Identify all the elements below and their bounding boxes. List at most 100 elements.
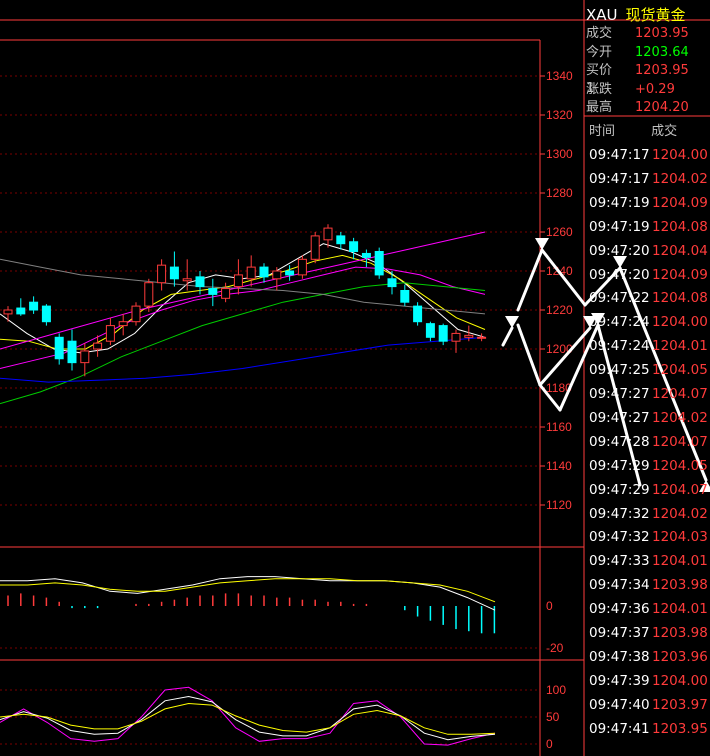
- candle-body: [272, 270, 282, 280]
- trade-time: 09:47:39: [589, 672, 650, 689]
- kdj-line-0: [0, 686, 496, 746]
- trade-row: 09:47:33 1204.01: [589, 549, 710, 573]
- trade-price: 1204.07: [652, 386, 708, 402]
- trade-price: 1203.97: [652, 696, 708, 713]
- kdj-chart: [0, 686, 496, 746]
- ma-line-6: [0, 231, 486, 350]
- candle-body: [451, 332, 461, 342]
- trade-time: 09:47:19: [589, 218, 650, 235]
- price-chart: [0, 224, 487, 405]
- trade-time: 09:47:29: [589, 457, 650, 474]
- quote-row: 涨跌 +0.29: [586, 81, 710, 99]
- trade-row: 09:47:17 1204.00: [589, 143, 710, 167]
- candle-body: [259, 266, 269, 278]
- trade-time: 09:47:38: [589, 648, 650, 665]
- trade-price: 1204.09: [652, 194, 708, 211]
- price-tick-label: 1120: [546, 498, 572, 512]
- trade-time: 09:47:32: [589, 529, 650, 546]
- trade-row: 09:47:28 1204.07: [589, 430, 710, 454]
- trade-price: 1204.05: [652, 457, 708, 474]
- candle-body: [16, 307, 26, 315]
- quote-label: 今开: [586, 44, 613, 60]
- trade-row: 09:47:29 1204.05: [589, 454, 710, 478]
- trade-time: 09:47:17: [589, 170, 650, 187]
- candle-body: [387, 278, 397, 288]
- trade-price: 1203.95: [652, 720, 708, 737]
- candle-body: [3, 309, 13, 315]
- trade-row: 09:47:17 1204.02: [589, 167, 710, 191]
- trade-price: 1203.96: [652, 648, 708, 665]
- candle-body: [297, 258, 307, 276]
- trade-price: 1204.00: [652, 672, 708, 689]
- trade-price: 1204.05: [652, 362, 708, 379]
- trade-row: 09:47:20 1204.04: [589, 239, 710, 263]
- quote-value: 1204.20: [635, 100, 689, 116]
- candle-body: [233, 274, 243, 288]
- price-tick-label: 1300: [546, 147, 573, 161]
- candle-body: [131, 305, 141, 323]
- trade-time: 09:47:32: [589, 505, 650, 522]
- trade-list-header: 时间 成交: [589, 120, 677, 139]
- candle-body: [93, 342, 103, 350]
- trade-price: 1203.98: [652, 625, 708, 641]
- candle-body: [374, 251, 384, 276]
- candle-body: [54, 336, 64, 360]
- trade-price: 1204.01: [652, 338, 708, 355]
- macd-line-1: [0, 578, 496, 603]
- trade-time: 09:47:37: [589, 625, 650, 641]
- candle-body: [413, 305, 423, 323]
- candle-body: [336, 235, 346, 245]
- quote-label: 涨跌: [586, 81, 613, 97]
- candle-body: [80, 350, 90, 364]
- candle-body: [349, 241, 359, 252]
- arrow-stroke: [516, 248, 544, 312]
- trade-row: 09:47:32 1204.02: [589, 502, 710, 526]
- trade-price: 1204.03: [652, 529, 708, 546]
- trade-price: 1203.98: [652, 577, 708, 594]
- trade-time: 09:47:17: [589, 147, 650, 163]
- trade-row: 09:47:22 1204.08: [589, 286, 710, 310]
- quote-row: 最高 1204.20: [586, 99, 710, 117]
- trade-time: 09:47:36: [589, 601, 650, 618]
- quote-value: 1203.95: [635, 63, 689, 79]
- candle-body: [41, 305, 51, 323]
- trade-time: 09:47:28: [589, 433, 650, 450]
- symbol-title: XAU 现货黄金: [586, 4, 686, 25]
- candle-body: [169, 266, 179, 280]
- candle-body: [105, 325, 115, 342]
- trade-row: 09:47:40 1203.97: [589, 693, 710, 717]
- trade-price: 1204.08: [652, 218, 708, 235]
- kdj-tick-label: 0: [546, 737, 553, 751]
- trade-time: 09:47:27: [589, 386, 650, 402]
- trade-time: 09:47:40: [589, 696, 650, 713]
- macd-chart: [0, 576, 496, 634]
- trade-row: 09:47:24 1204.01: [589, 334, 710, 358]
- trade-price: 1204.04: [652, 242, 708, 259]
- trade-row: 09:47:25 1204.05: [589, 358, 710, 382]
- quote-row: 买价1 1203.95: [586, 62, 710, 96]
- candle-body: [144, 282, 154, 307]
- kdj-tick-label: 100: [546, 683, 566, 697]
- trade-price: 1204.01: [652, 553, 708, 570]
- arrow-head: [535, 238, 549, 250]
- trade-time: 09:47:29: [589, 481, 650, 498]
- quote-label: 最高: [586, 100, 613, 116]
- macd-tick-label: 0: [546, 599, 553, 613]
- trade-time: 09:47:22: [589, 290, 650, 307]
- price-tick-label: 1280: [546, 186, 573, 200]
- trade-price: 1204.09: [652, 266, 708, 283]
- price-tick-label: 1160: [546, 420, 572, 434]
- quote-label: 成交: [586, 26, 613, 41]
- quote-row: 成交 1203.95: [586, 25, 710, 43]
- trade-row: 09:47:29 1204.07: [589, 478, 710, 502]
- symbol-name: 现货黄金: [625, 6, 686, 24]
- candle-body: [118, 321, 128, 327]
- arrow-stroke: [516, 323, 542, 387]
- ma-line-1: [0, 254, 486, 350]
- candle-body: [221, 288, 231, 299]
- price-tick-label: 1140: [546, 459, 572, 473]
- candle-body: [323, 227, 333, 241]
- candle-body: [464, 334, 474, 338]
- trade-price: 1204.01: [652, 601, 708, 618]
- trade-price: 1204.07: [652, 481, 708, 498]
